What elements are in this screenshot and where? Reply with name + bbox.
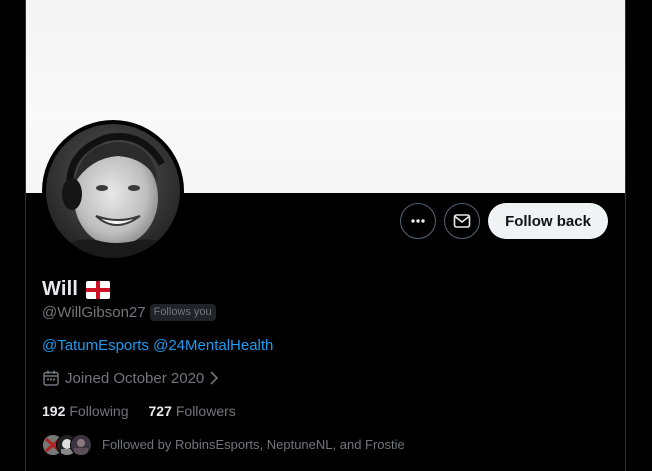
display-name: Will	[42, 278, 79, 300]
chevron-right-icon	[210, 371, 219, 385]
following-count: 192	[42, 403, 66, 419]
follow-stats: 192 Following 727 Followers	[42, 403, 256, 419]
joined-date[interactable]: Joined October 2020	[42, 369, 220, 387]
handle-row: @WillGibson27 Follows you	[42, 304, 216, 321]
follows-you-badge: Follows you	[149, 304, 216, 321]
name-row: Will	[42, 278, 111, 301]
followers-link[interactable]: 727 Followers	[149, 403, 236, 419]
bio: @TatumEsports @24MentalHealth	[42, 337, 273, 354]
followed-by-row[interactable]: Followed by RobinsEsports, NeptuneNL, an…	[42, 432, 405, 456]
more-button[interactable]	[400, 203, 436, 239]
joined-text: Joined October 2020	[65, 369, 205, 387]
profile-column: Follow back Will @WillGibson27 Follows y…	[25, 0, 626, 471]
envelope-icon	[453, 214, 471, 228]
calendar-icon	[43, 370, 59, 386]
profile-page: Follow back Will @WillGibson27 Follows y…	[0, 0, 652, 471]
follow-back-button[interactable]: Follow back	[488, 203, 608, 239]
followers-label: Followers	[175, 403, 236, 419]
user-handle: @WillGibson27	[42, 304, 146, 321]
follower-avatar	[70, 434, 92, 456]
message-button[interactable]	[444, 203, 480, 239]
following-label: Following	[69, 403, 129, 419]
follower-avatars	[42, 432, 94, 456]
avatar[interactable]	[46, 124, 180, 258]
avatar-frame	[42, 120, 184, 262]
followed-by-text: Followed by RobinsEsports, NeptuneNL, an…	[102, 436, 405, 452]
ellipsis-icon	[411, 219, 425, 223]
england-flag-icon	[86, 280, 111, 299]
bio-mention-24mentalhealth[interactable]: @24MentalHealth	[153, 337, 273, 354]
following-link[interactable]: 192 Following	[42, 403, 129, 419]
followers-count: 727	[148, 403, 172, 419]
bio-mention-tatumesports[interactable]: @TatumEsports	[42, 337, 149, 354]
